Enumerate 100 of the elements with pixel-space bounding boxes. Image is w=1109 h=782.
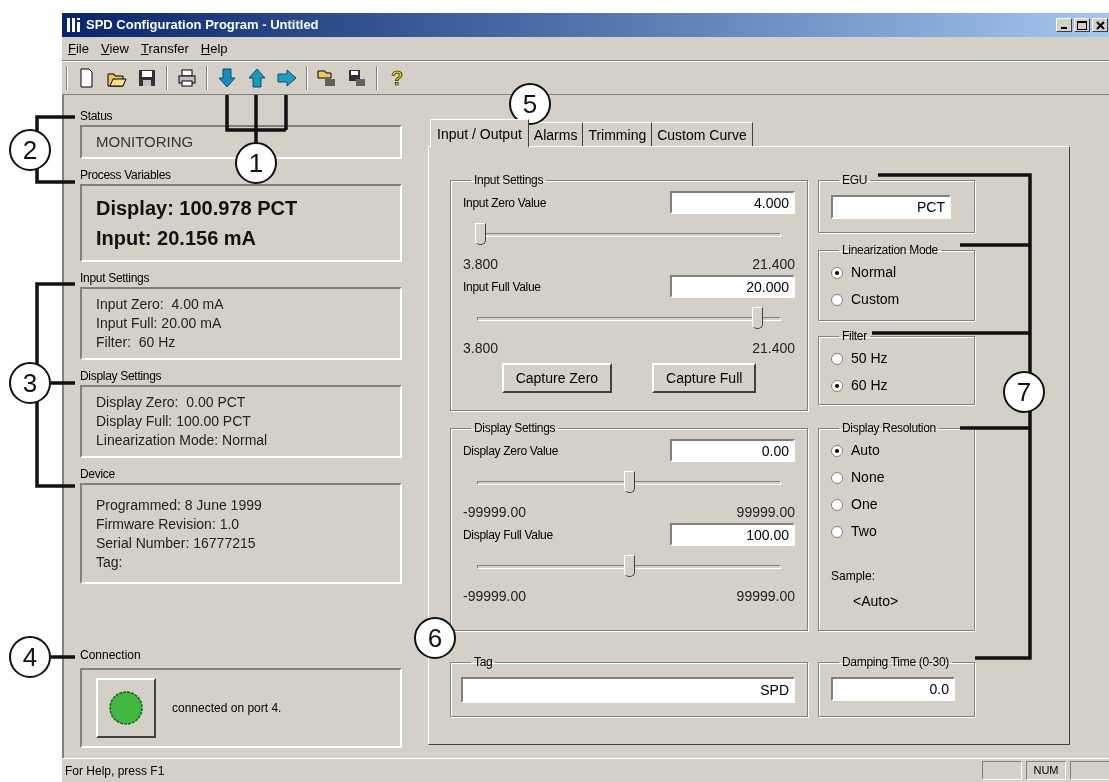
- input-field[interactable]: SPD: [461, 677, 795, 703]
- group-title: Tag: [473, 654, 494, 671]
- callout-line: [225, 93, 288, 144]
- group-title: Display Settings: [473, 420, 557, 437]
- input-field[interactable]: PCT: [831, 195, 951, 219]
- info-text: Input Full: 20.00 mA: [96, 314, 223, 333]
- section-label: Input Settings: [80, 271, 151, 286]
- radio-button[interactable]: [831, 266, 843, 279]
- info-text: Programmed: 8 June 1999: [96, 495, 263, 515]
- scale-label: -99999.00: [463, 587, 527, 606]
- section-label: Display Settings: [80, 369, 163, 384]
- info-text: Input Zero: 4.00 mA: [96, 295, 225, 314]
- info-text: Firmware Revision: 1.0: [96, 514, 241, 534]
- slider-thumb[interactable]: [624, 471, 635, 493]
- field-label: Input Full Value: [463, 278, 541, 296]
- scale-label: 3.800: [463, 255, 499, 274]
- info-text: Display: 100.978 PCT: [96, 196, 299, 221]
- radio-option[interactable]: Normal: [831, 259, 962, 286]
- info-text: Display Full: 100.00 PCT: [96, 412, 252, 431]
- capture-button[interactable]: Capture Full: [652, 363, 757, 393]
- info-text: Serial Number: 16777215: [96, 533, 257, 553]
- radio-button[interactable]: [831, 352, 843, 365]
- right-arrow-icon: [277, 68, 297, 88]
- input-field[interactable]: 20.000: [670, 275, 795, 298]
- callout-number: 4: [9, 636, 51, 678]
- radio-option[interactable]: 50 Hz: [831, 345, 962, 372]
- radio-option[interactable]: Two: [831, 518, 962, 545]
- group-title: Filter: [841, 328, 868, 345]
- scale-label: 99999.00: [736, 503, 795, 522]
- section-label: Connection: [80, 648, 142, 663]
- input-field[interactable]: 0.00: [670, 439, 795, 462]
- maximize-icon: [1077, 20, 1087, 30]
- scale-label: -99999.00: [463, 503, 527, 522]
- status-light-icon: [108, 690, 144, 726]
- input-field[interactable]: 100.00: [670, 523, 795, 546]
- status-text: MONITORING: [96, 131, 195, 152]
- info-text: Display Zero: 0.00 PCT: [96, 393, 247, 412]
- radio-button[interactable]: [831, 498, 843, 511]
- window-title: SPD Configuration Program - Untitled: [86, 16, 319, 35]
- group-title: EGU: [841, 172, 869, 189]
- close-icon: [1095, 20, 1105, 30]
- section-label: Status: [80, 109, 114, 124]
- minimize-button[interactable]: [1056, 18, 1072, 32]
- section-label: Process Variables: [80, 168, 172, 183]
- maximize-button[interactable]: [1074, 18, 1090, 32]
- callout-number: 3: [9, 362, 51, 404]
- minimize-icon: [1061, 27, 1067, 29]
- status-indicator: NUM: [1026, 761, 1066, 780]
- radio-button[interactable]: [831, 471, 843, 484]
- app-icon: [66, 17, 82, 33]
- input-field[interactable]: 4.000: [670, 191, 795, 214]
- printer-icon: [177, 68, 197, 88]
- menu-item[interactable]: Transfer: [140, 38, 189, 59]
- menu-item[interactable]: File: [68, 38, 89, 59]
- radio-option[interactable]: Custom: [831, 286, 962, 313]
- radio-button[interactable]: [831, 293, 843, 306]
- slider-thumb[interactable]: [624, 555, 636, 577]
- menu-item[interactable]: View: [100, 38, 129, 59]
- group-title: Display Resolution: [841, 420, 937, 437]
- slider-thumb[interactable]: [475, 223, 487, 245]
- tab[interactable]: Trimming: [583, 122, 653, 146]
- menu-item[interactable]: Help: [200, 38, 228, 59]
- sample-value: <Auto>: [853, 592, 900, 611]
- scale-label: 21.400: [752, 339, 795, 358]
- capture-button[interactable]: Capture Zero: [501, 363, 613, 393]
- down-arrow-icon: [217, 68, 237, 88]
- radio-button[interactable]: [831, 379, 843, 392]
- group-title: Input Settings: [473, 172, 545, 189]
- section-label: Device: [80, 467, 116, 482]
- status-panel: [982, 761, 1022, 780]
- connection-button[interactable]: [96, 678, 156, 738]
- scale-label: 21.400: [752, 255, 795, 274]
- info-text: Tag:: [96, 552, 124, 572]
- scale-label: 3.800: [463, 339, 499, 358]
- field-label: Display Full Value: [463, 526, 553, 544]
- field-label: Input Zero Value: [463, 194, 547, 212]
- radio-option[interactable]: Auto: [831, 437, 962, 464]
- radio-button[interactable]: [831, 444, 843, 457]
- slider-thumb[interactable]: [751, 307, 763, 329]
- info-text: Linearization Mode: Normal: [96, 431, 269, 450]
- info-text: Filter: 60 Hz: [96, 333, 177, 352]
- group-title: Damping Time (0-30): [841, 654, 950, 671]
- callout-number: 2: [9, 129, 51, 171]
- radio-option[interactable]: 60 Hz: [831, 372, 962, 399]
- group-title: Linearization Mode: [841, 242, 939, 259]
- radio-button[interactable]: [831, 525, 843, 538]
- radio-option[interactable]: One: [831, 491, 962, 518]
- status-panel: [1070, 761, 1109, 780]
- close-button[interactable]: [1092, 18, 1108, 32]
- callout-line: [51, 655, 75, 659]
- input-field[interactable]: 0.0: [831, 677, 955, 701]
- tab[interactable]: Custom Curve: [652, 122, 753, 146]
- connection-text: connected on port 4.: [172, 700, 282, 717]
- scale-label: 99999.00: [736, 587, 795, 606]
- info-text: Input: 20.156 mA: [96, 226, 258, 251]
- tab[interactable]: Input / Output: [430, 119, 529, 147]
- radio-option[interactable]: None: [831, 464, 962, 491]
- up-arrow-icon: [247, 68, 267, 88]
- sample-label: Sample:: [831, 568, 877, 585]
- status-text: For Help, press F1: [65, 762, 165, 780]
